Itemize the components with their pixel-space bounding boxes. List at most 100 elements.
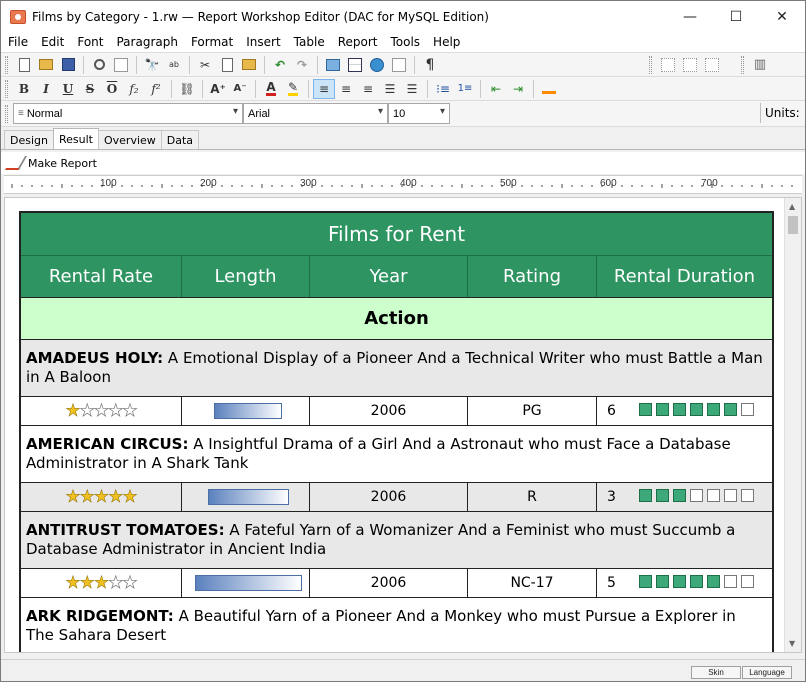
menu-bar: File Edit Font Paragraph Format Insert T…: [1, 32, 805, 52]
underline-button[interactable]: U: [57, 79, 79, 99]
italic-button[interactable]: I: [35, 79, 57, 99]
ruler-label: 100: [100, 178, 117, 189]
scroll-thumb[interactable]: [788, 216, 798, 234]
font-color-button[interactable]: A: [260, 79, 282, 99]
subscript-button[interactable]: f₂: [123, 79, 145, 99]
toolbar-grip[interactable]: [5, 79, 8, 98]
outdent-icon: ⇤: [490, 81, 502, 96]
font-size-combo[interactable]: 10 ▾: [388, 103, 450, 124]
duration-square-filled: [707, 574, 720, 588]
tab-overview[interactable]: Overview: [97, 130, 162, 149]
new-document-button[interactable]: [13, 55, 35, 75]
align-right-button[interactable]: ≡: [357, 79, 379, 99]
insert-table-button[interactable]: [344, 55, 366, 75]
scroll-down-icon[interactable]: ▼: [789, 639, 795, 648]
align-center-button[interactable]: ≡: [335, 79, 357, 99]
header-year: Year: [310, 256, 468, 297]
menu-insert[interactable]: Insert: [239, 35, 286, 49]
tab-design[interactable]: Design: [4, 130, 54, 149]
copy-button[interactable]: [216, 55, 238, 75]
menu-font[interactable]: Font: [70, 35, 109, 49]
font-combo[interactable]: Arial ▾: [243, 103, 388, 124]
menu-table[interactable]: Table: [287, 35, 331, 49]
scroll-up-icon[interactable]: ▲: [789, 202, 795, 211]
toolbar-grip[interactable]: [5, 104, 8, 123]
style-combo[interactable]: ≡ Normal ▾: [13, 103, 243, 124]
cut-button[interactable]: ✂: [194, 55, 216, 75]
highlight-button[interactable]: ✎: [282, 79, 304, 99]
insert-object-button[interactable]: [388, 55, 410, 75]
redo-button[interactable]: ↷: [291, 55, 313, 75]
numbering-button[interactable]: 1≡: [454, 79, 476, 99]
toolbar-separator: [760, 103, 761, 123]
duration-square-filled: [673, 402, 686, 416]
table-border-button-3[interactable]: [701, 55, 723, 75]
duration-square-empty: [724, 574, 737, 588]
tab-data[interactable]: Data: [160, 130, 200, 149]
duration-squares: [639, 488, 758, 506]
grow-font-button[interactable]: A⁺: [207, 79, 229, 99]
menu-paragraph[interactable]: Paragraph: [109, 35, 183, 49]
minimize-button[interactable]: —: [667, 1, 713, 32]
insert-picture-button[interactable]: [322, 55, 344, 75]
bullets-button[interactable]: ⁝≡: [432, 79, 454, 99]
find-button[interactable]: 🔭: [141, 55, 163, 75]
vertical-scrollbar[interactable]: ▲ ▼: [784, 198, 801, 652]
hyperlink-button[interactable]: ⛓: [176, 79, 198, 99]
close-button[interactable]: ✕: [759, 1, 805, 32]
toolbar-grip[interactable]: [5, 55, 8, 74]
horizontal-ruler[interactable]: 100 200 300 400 500 600 700: [4, 175, 802, 194]
save-icon: [61, 58, 75, 71]
menu-file[interactable]: File: [1, 35, 34, 49]
skin-button[interactable]: Skin: [691, 666, 741, 679]
binoculars-icon: 🔭: [144, 57, 160, 72]
make-report-button[interactable]: Make Report: [1, 152, 805, 174]
justify-button[interactable]: ☰: [379, 79, 401, 99]
menu-report[interactable]: Report: [331, 35, 384, 49]
insert-hyperlink-button[interactable]: [366, 55, 388, 75]
tab-result[interactable]: Result: [52, 128, 99, 149]
spell-check-button[interactable]: ab: [163, 55, 185, 75]
table-border-button-2[interactable]: [679, 55, 701, 75]
rating-cell: NC-17: [468, 569, 597, 597]
menu-help[interactable]: Help: [426, 35, 466, 49]
maximize-button[interactable]: ☐: [713, 1, 759, 32]
language-button[interactable]: Language: [742, 666, 792, 679]
paste-button[interactable]: [238, 55, 260, 75]
superscript-icon: f²: [151, 81, 161, 96]
strikethrough-button[interactable]: S: [79, 79, 101, 99]
decrease-indent-button[interactable]: ⇤: [485, 79, 507, 99]
show-special-chars-button[interactable]: ¶: [419, 55, 441, 75]
superscript-button[interactable]: f²: [145, 79, 167, 99]
table-columns-button[interactable]: ▥: [749, 55, 771, 75]
table-border-button-1[interactable]: [657, 55, 679, 75]
ruler-label: 300: [300, 178, 317, 189]
distribute-button[interactable]: ☰: [401, 79, 423, 99]
menu-format[interactable]: Format: [184, 35, 239, 49]
print-button[interactable]: [110, 55, 132, 75]
save-button[interactable]: [57, 55, 79, 75]
menu-edit[interactable]: Edit: [34, 35, 70, 49]
strikethrough-icon: S: [85, 81, 95, 96]
open-button[interactable]: [35, 55, 57, 75]
align-left-button[interactable]: ≡: [313, 78, 335, 99]
toolbar-grip[interactable]: [741, 55, 744, 74]
overline-button[interactable]: O: [101, 79, 123, 99]
border-icon: [705, 57, 719, 72]
increase-indent-button[interactable]: ⇥: [507, 79, 529, 99]
print-preview-button[interactable]: [88, 55, 110, 75]
bold-button[interactable]: B: [13, 79, 35, 99]
paragraph-border-button[interactable]: [538, 79, 560, 99]
film-name: AMADEUS HOLY:: [26, 349, 164, 367]
menu-tools[interactable]: Tools: [383, 35, 426, 49]
make-report-label: Make Report: [28, 156, 97, 170]
app-window: Films by Category - 1.rw — Report Worksh…: [0, 0, 806, 682]
distribute-icon: ☰: [406, 81, 418, 96]
copy-icon: [221, 57, 233, 72]
document-area[interactable]: Films for Rent Rental Rate Length Year R…: [4, 197, 802, 653]
title-bar[interactable]: Films by Category - 1.rw — Report Worksh…: [1, 1, 805, 32]
shrink-font-button[interactable]: A⁻: [229, 79, 251, 99]
border-icon: [683, 57, 697, 72]
undo-button[interactable]: ↶: [269, 55, 291, 75]
toolbar-grip[interactable]: [649, 55, 652, 74]
